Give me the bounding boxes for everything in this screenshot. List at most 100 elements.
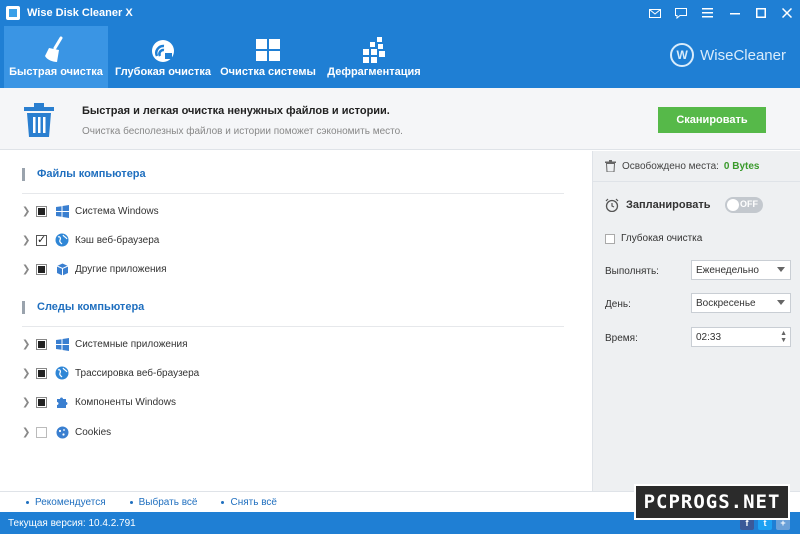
wise-logo-icon: W [670,43,695,67]
tab-label: Быстрая очистка [9,66,103,78]
checkbox[interactable] [36,338,47,350]
close-icon[interactable] [774,0,800,26]
scan-button[interactable]: Сканировать [658,107,766,133]
tab-label: Очистка системы [220,66,316,78]
item-label: Кэш веб-браузера [75,234,160,246]
schedule-panel: Освобождено места: 0 Bytes Запланировать… [592,151,800,491]
select-all-link[interactable]: Выбрать всё [129,496,198,508]
cookie-icon [54,424,70,440]
defrag-icon [363,37,385,63]
toggle-state: OFF [740,199,758,209]
run-label: Выполнять: [605,266,659,277]
feedback-icon[interactable] [668,0,694,26]
item-label: Трассировка веб-браузера [75,367,200,379]
checkbox[interactable] [36,396,47,408]
chevron-right-icon[interactable]: ❯ [22,339,32,350]
deep-clean-checkbox[interactable] [605,233,615,244]
item-label: Другие приложения [75,263,167,275]
maximize-icon[interactable] [748,0,774,26]
brand-logo: W WiseCleaner [670,43,786,67]
trash-small-icon [605,160,616,172]
app-icon [6,6,20,20]
broom-icon [45,36,63,62]
toggle-knob [727,199,739,211]
run-frequency-select[interactable]: Еженедельно [691,260,791,280]
deep-clean-option[interactable]: Глубокая очистка [605,233,702,244]
time-value: 02:33 [696,331,722,343]
chevron-right-icon[interactable]: ❯ [22,397,32,408]
checkbox[interactable] [36,263,47,275]
watermark: PCPROGS.NET [634,484,790,520]
header-subtitle: Очистка бесполезных файлов и истории пом… [82,126,403,137]
day-select[interactable]: Воскресенье [691,293,791,313]
deep-clean-icon [152,40,174,62]
page-header: Быстрая и легкая очистка ненужных файлов… [0,88,800,150]
window-controls [642,0,800,26]
schedule-toggle[interactable]: OFF [725,197,763,213]
section-title-computer-traces: Следы компьютера [22,301,144,314]
section-divider [22,326,564,327]
list-item-cookies[interactable]: ❯ Cookies [22,424,111,440]
link-label: Выбрать всё [138,496,198,508]
item-label: Системные приложения [75,338,188,350]
item-label: Компоненты Windows [75,396,176,408]
link-label: Рекомендуется [35,496,106,508]
day-value: Воскресенье [696,297,756,309]
checkbox[interactable] [36,233,47,246]
minimize-icon[interactable] [722,0,748,26]
chevron-right-icon[interactable]: ❯ [22,427,32,438]
schedule-label: Запланировать [626,199,711,211]
menu-icon[interactable] [694,0,720,26]
list-item-windows-components[interactable]: ❯ Компоненты Windows [22,394,176,410]
box-icon [54,261,70,277]
run-frequency-value: Еженедельно [696,264,759,276]
globe-icon [54,365,70,381]
mail-icon[interactable] [642,0,668,26]
recommended-link[interactable]: Рекомендуется [26,497,106,508]
trash-icon [24,103,54,137]
window-title: Wise Disk Cleaner X [27,7,133,19]
panel-divider [593,181,800,182]
deep-clean-label: Глубокая очистка [621,233,703,244]
chevron-right-icon[interactable]: ❯ [22,368,32,379]
windows-icon [54,203,70,219]
section-divider [22,193,564,194]
time-label: Время: [605,333,638,344]
tab-quick-clean[interactable]: Быстрая очистка [4,26,108,88]
title-bar: Wise Disk Cleaner X [0,0,800,26]
list-item-browser-cache[interactable]: ❯ Кэш веб-браузера [22,232,159,248]
time-stepper[interactable]: 02:33 ▲ ▼ [691,327,791,347]
bullet-icon [26,500,29,504]
bullet-icon [129,500,133,504]
section-title-computer-files: Файлы компьютера [22,168,146,181]
chevron-right-icon[interactable]: ❯ [22,235,32,246]
puzzle-icon [54,394,70,410]
schedule-row: Запланировать [605,198,711,212]
chevron-right-icon[interactable]: ❯ [22,206,32,217]
freed-label: Освобождено места: [622,160,719,172]
brand-name: WiseCleaner [700,46,786,64]
version-label: Текущая версия: 10.4.2.791 [8,517,136,529]
tab-system-clean[interactable]: Очистка системы [218,26,318,88]
spin-arrows-icon[interactable]: ▲ ▼ [780,330,787,344]
windows-icon [54,336,70,352]
checkbox[interactable] [36,367,47,379]
list-item-windows-system[interactable]: ❯ Система Windows [22,203,159,219]
chevron-down-icon [777,267,785,272]
deselect-all-link[interactable]: Снять всё [221,497,277,508]
main-toolbar: Быстрая очистка Глубокая очистка Очистка… [0,26,800,88]
freed-space: Освобождено места: 0 Bytes [605,160,760,172]
tab-deep-clean[interactable]: Глубокая очистка [112,26,214,88]
tab-defrag[interactable]: Дефрагментация [322,26,426,88]
tab-label: Глубокая очистка [115,66,211,78]
list-item-other-apps[interactable]: ❯ Другие приложения [22,261,167,277]
item-label: Cookies [75,426,112,438]
checkbox[interactable] [36,426,47,438]
windows-icon [256,39,280,61]
chevron-right-icon[interactable]: ❯ [22,264,32,275]
checkbox[interactable] [36,205,47,217]
list-item-browser-traces[interactable]: ❯ Трассировка веб-браузера [22,365,199,381]
clean-items-panel: Файлы компьютера ❯ Система Windows ❯ Кэш… [0,151,592,491]
item-label: Система Windows [75,205,159,217]
list-item-system-apps[interactable]: ❯ Системные приложения [22,336,188,352]
